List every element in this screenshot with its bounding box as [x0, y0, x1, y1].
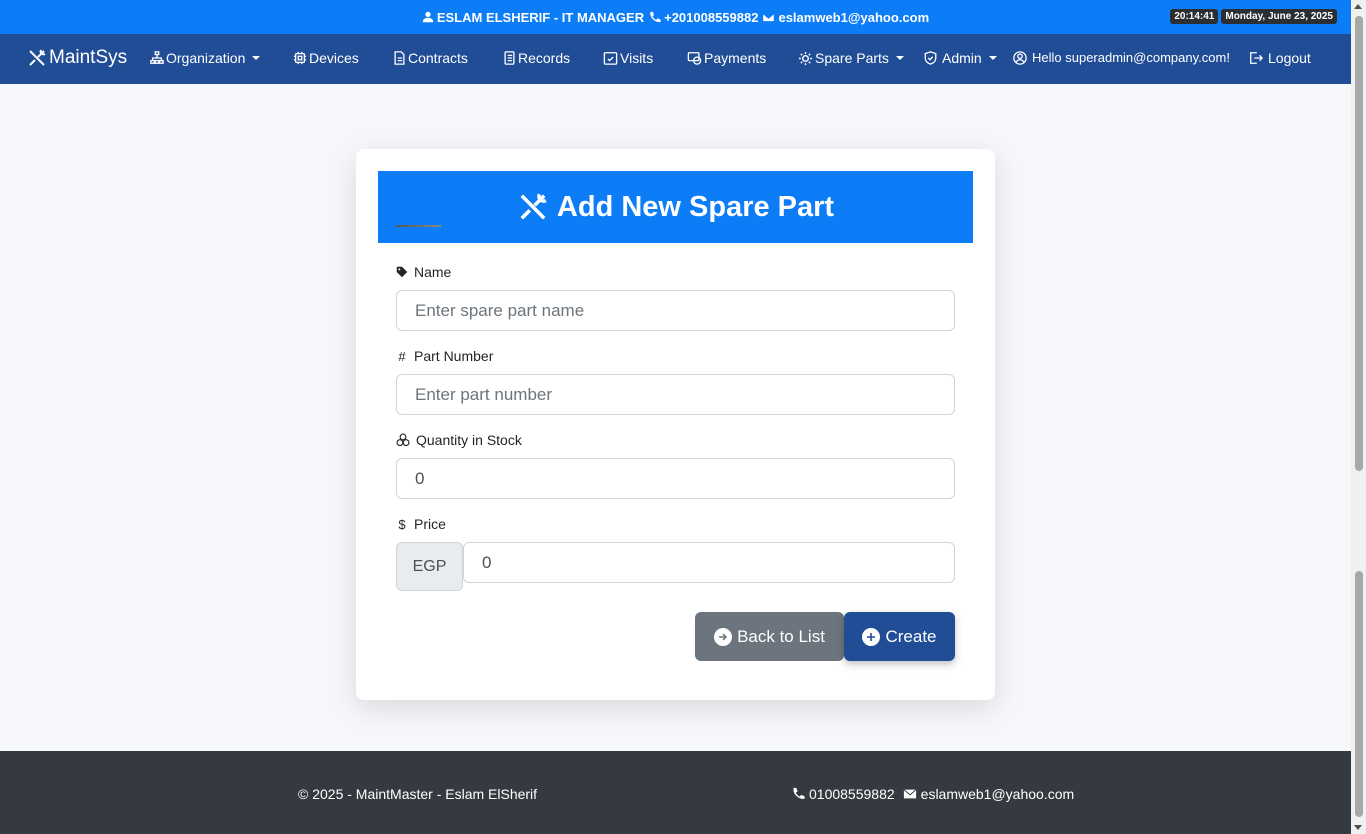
nav-spare-parts-label: Spare Parts [815, 50, 889, 66]
user-greeting-label: Hello superadmin@company.com! [1032, 50, 1230, 65]
price-input[interactable]: 0 [463, 542, 955, 583]
phone-icon [650, 11, 661, 22]
clock-time: 20:14:41 [1170, 9, 1219, 24]
email-address: eslamweb1@yahoo.com [778, 9, 930, 25]
tools-icon [29, 49, 46, 66]
form-header: Add New Spare Part [378, 171, 973, 243]
brand-name: MaintSys [49, 47, 128, 68]
main-navbar: MaintSys Organization Devices Contracts … [0, 34, 1351, 84]
scroll-down-icon[interactable] [1354, 825, 1362, 830]
nav-records-label: Records [518, 50, 571, 66]
envelope-icon [762, 12, 776, 22]
cpu-icon [293, 51, 307, 65]
name-label-text: Name [414, 264, 452, 280]
footer-phone: 01008559882 [809, 786, 895, 802]
gear-icon [798, 51, 813, 65]
dollar-icon: $ [398, 516, 406, 532]
header-accent-line [396, 225, 441, 227]
brand-logo[interactable]: MaintSys [27, 47, 127, 69]
chevron-down-icon [988, 56, 997, 60]
clock-date: Monday, June 23, 2025 [1221, 9, 1337, 24]
nav-devices-label: Devices [309, 50, 359, 66]
plus-circle-icon [862, 627, 881, 646]
nav-visits[interactable]: Visits [603, 50, 653, 66]
nav-visits-label: Visits [620, 50, 654, 66]
manager-name: ESLAM ELSHERIF - IT MANAGER [436, 9, 645, 25]
chevron-down-icon [895, 56, 904, 60]
logout-button[interactable]: Logout [1249, 50, 1311, 66]
email-info: eslamweb1@yahoo.com [762, 10, 929, 25]
quantity-label-text: Quantity in Stock [416, 432, 522, 448]
nav-admin-label: Admin [942, 50, 982, 66]
journal-icon [504, 51, 515, 65]
part-number-input[interactable]: Enter part number [396, 374, 955, 415]
arrow-right-circle-icon [714, 627, 733, 646]
name-label: Name [396, 264, 451, 280]
user-circle-icon [1013, 50, 1027, 65]
nav-organization[interactable]: Organization [150, 50, 261, 66]
create-label: Create [885, 626, 937, 646]
scrollbar-track-upper[interactable] [1355, 16, 1363, 471]
form-title: Add New Spare Part [556, 190, 835, 223]
envelope-icon [903, 789, 917, 799]
nav-admin[interactable]: Admin [924, 50, 997, 66]
manager-info: ESLAM ELSHERIF - IT MANAGER [422, 10, 644, 25]
create-button[interactable]: Create [844, 612, 955, 661]
scrollbar-thumb[interactable] [1355, 571, 1363, 817]
phone-number: +201008559882 [664, 9, 759, 25]
tools-icon [520, 193, 547, 220]
footer-email: eslamweb1@yahoo.com [920, 786, 1075, 802]
boxes-icon [396, 433, 410, 447]
top-info-bar: ESLAM ELSHERIF - IT MANAGER +20100855988… [0, 0, 1351, 34]
shield-icon [924, 51, 937, 65]
document-icon [394, 51, 405, 65]
nav-devices[interactable]: Devices [293, 50, 359, 66]
price-label: $ Price [396, 516, 446, 532]
contact-info: ESLAM ELSHERIF - IT MANAGER +20100855988… [0, 0, 1351, 34]
calendar-check-icon [603, 52, 618, 65]
person-icon [422, 11, 434, 23]
phone-icon [793, 787, 805, 799]
cash-coin-icon [687, 52, 702, 65]
nav-contracts-label: Contracts [408, 50, 468, 66]
sitemap-icon [150, 51, 164, 64]
quantity-input[interactable]: 0 [396, 458, 955, 499]
tag-icon [396, 266, 408, 278]
logout-label: Logout [1268, 50, 1311, 66]
nav-records[interactable]: Records [503, 50, 570, 66]
user-greeting[interactable]: Hello superadmin@company.com! [1013, 50, 1230, 65]
phone-info: +201008559882 [648, 10, 758, 25]
clock: 20:14:41 Monday, June 23, 2025 [1170, 9, 1337, 24]
chevron-down-icon [252, 56, 261, 60]
spare-part-form-card: Add New Spare Part Name Enter spare part… [356, 149, 995, 700]
nav-spare-parts[interactable]: Spare Parts [798, 50, 904, 66]
logout-icon [1250, 52, 1263, 64]
part-number-label: # Part Number [396, 348, 493, 364]
back-to-list-label: Back to List [737, 626, 825, 646]
page-scrollbar[interactable] [1351, 0, 1366, 834]
nav-payments-label: Payments [704, 50, 767, 66]
quantity-label: Quantity in Stock [396, 432, 522, 448]
footer-contact: 01008559882 eslamweb1@yahoo.com [791, 786, 1074, 802]
nav-payments[interactable]: Payments [687, 50, 766, 66]
nav-organization-label: Organization [166, 50, 246, 66]
back-to-list-button[interactable]: Back to List [695, 612, 844, 661]
footer-copyright: © 2025 - MaintMaster - Eslam ElSherif [298, 786, 538, 802]
price-label-text: Price [414, 516, 446, 532]
page-footer: © 2025 - MaintMaster - Eslam ElSherif 01… [0, 751, 1351, 834]
scroll-up-icon[interactable] [1354, 4, 1362, 9]
nav-contracts[interactable]: Contracts [393, 50, 468, 66]
name-input[interactable]: Enter spare part name [396, 290, 955, 331]
hash-icon: # [398, 348, 406, 364]
currency-addon: EGP [396, 542, 463, 591]
part-number-label-text: Part Number [414, 348, 494, 364]
